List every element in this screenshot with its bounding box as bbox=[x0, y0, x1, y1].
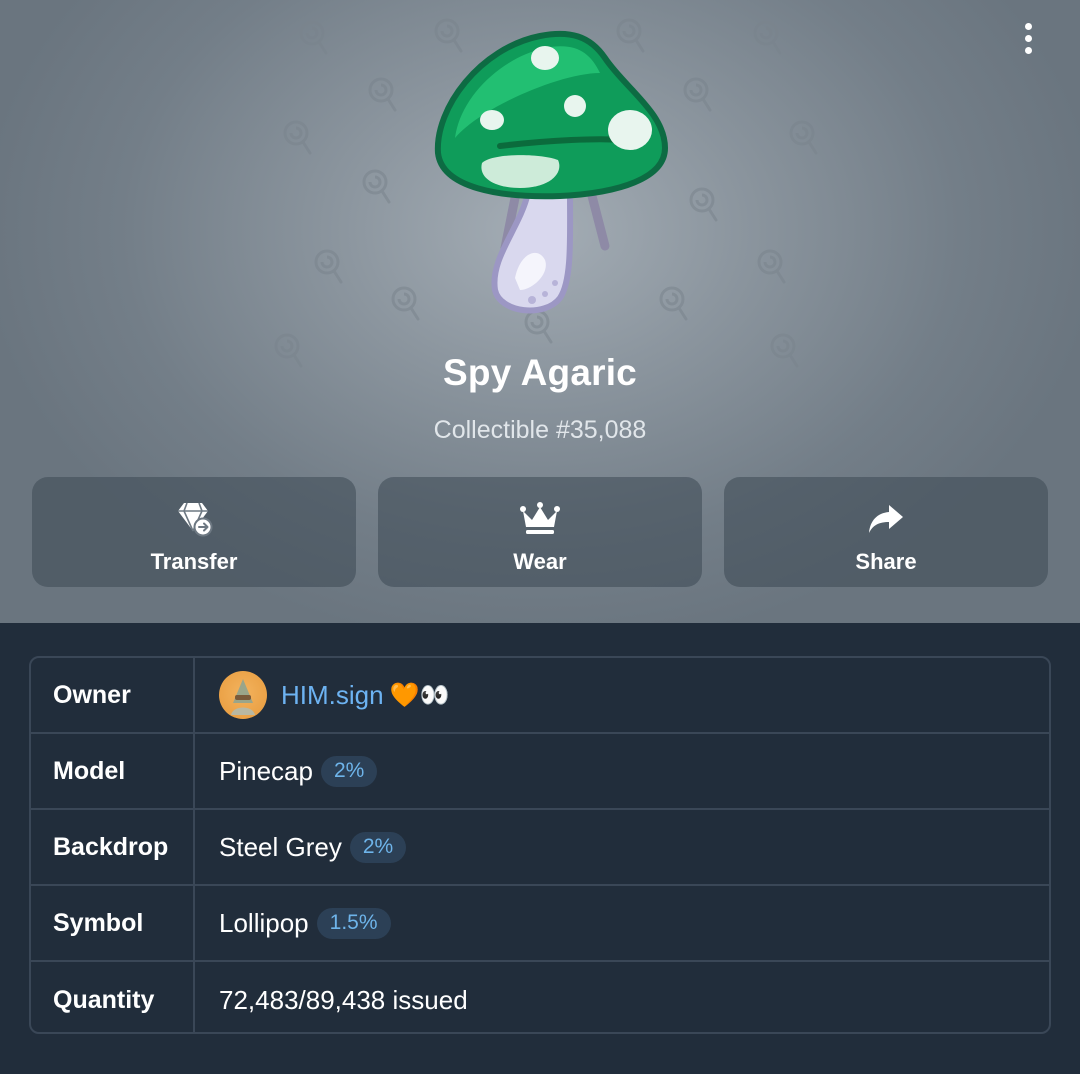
gift-details-table: Owner HIM.sign 🧡👀 Model Pinecap 2% Backd… bbox=[29, 656, 1051, 1034]
model-row: Model Pinecap 2% bbox=[31, 734, 1049, 810]
symbol-value: Lollipop bbox=[219, 907, 309, 938]
quantity-value: 72,483/89,438 issued bbox=[219, 984, 468, 1015]
model-value: Pinecap bbox=[219, 755, 313, 786]
diamond-transfer-icon bbox=[172, 497, 216, 541]
owner-value: HIM.sign 🧡👀 bbox=[195, 658, 449, 732]
model-rarity-badge[interactable]: 2% bbox=[320, 755, 378, 787]
more-menu-icon[interactable] bbox=[1008, 18, 1048, 58]
share-button[interactable]: Share bbox=[724, 477, 1048, 587]
owner-avatar[interactable] bbox=[219, 671, 267, 719]
owner-row: Owner HIM.sign 🧡👀 bbox=[31, 658, 1049, 734]
owner-name-link[interactable]: HIM.sign bbox=[281, 680, 384, 711]
transfer-button[interactable]: Transfer bbox=[32, 477, 356, 587]
share-arrow-icon bbox=[864, 497, 908, 541]
model-label: Model bbox=[31, 734, 195, 808]
backdrop-rarity-badge[interactable]: 2% bbox=[349, 831, 407, 863]
quantity-row: Quantity 72,483/89,438 issued bbox=[31, 962, 1049, 1032]
symbol-row: Symbol Lollipop 1.5% bbox=[31, 886, 1049, 962]
owner-label: Owner bbox=[31, 658, 195, 732]
gift-title: Spy Agaric bbox=[443, 352, 637, 393]
transfer-label: Transfer bbox=[150, 549, 238, 574]
wear-button[interactable]: Wear bbox=[378, 477, 702, 587]
quantity-label: Quantity bbox=[31, 962, 195, 1032]
gift-header: Spy Agaric Collectible #35,088 Transfer … bbox=[0, 0, 1080, 623]
backdrop-value: Steel Grey bbox=[219, 831, 342, 862]
share-label: Share bbox=[855, 549, 917, 574]
crown-icon bbox=[518, 497, 562, 541]
gift-collectible-number: Collectible #35,088 bbox=[433, 416, 647, 444]
owner-emoji-status: 🧡👀 bbox=[389, 681, 450, 709]
mushroom-gift-image bbox=[434, 30, 669, 314]
symbol-rarity-badge[interactable]: 1.5% bbox=[316, 907, 391, 939]
backdrop-row: Backdrop Steel Grey 2% bbox=[31, 810, 1049, 886]
backdrop-label: Backdrop bbox=[31, 810, 195, 884]
wear-label: Wear bbox=[513, 549, 567, 574]
symbol-label: Symbol bbox=[31, 886, 195, 960]
